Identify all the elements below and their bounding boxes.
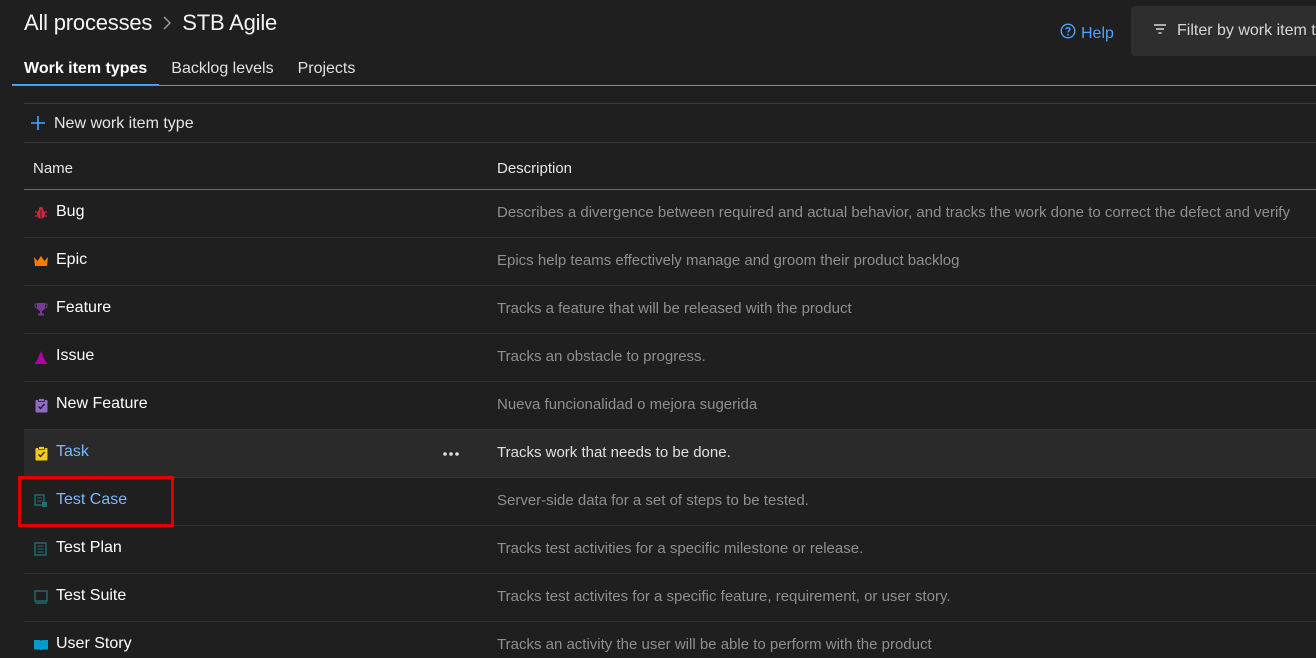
table-row[interactable]: Feature Tracks a feature that will be re… xyxy=(24,286,1316,334)
row-description: Tracks an activity the user will be able… xyxy=(497,636,932,653)
table-row[interactable]: New Feature Nueva funcionalidad o mejora… xyxy=(24,382,1316,430)
filter-icon xyxy=(1153,22,1167,40)
more-options-icon[interactable] xyxy=(442,438,460,468)
table-row[interactable]: Epic Epics help teams effectively manage… xyxy=(24,238,1316,286)
breadcrumb-process-name: STB Agile xyxy=(182,10,278,35)
row-description: Server-side data for a set of steps to b… xyxy=(497,492,809,509)
row-description: Tracks test activities for a specific mi… xyxy=(497,540,864,557)
tab-divider xyxy=(12,85,1316,86)
table-row[interactable]: Test Case Server-side data for a set of … xyxy=(24,478,1316,526)
trophy-icon xyxy=(33,301,49,317)
help-label: Help xyxy=(1081,24,1114,42)
column-header-name[interactable]: Name xyxy=(33,160,73,177)
breadcrumb-all-processes[interactable]: All processes xyxy=(24,10,152,36)
toolbar-divider xyxy=(24,142,1316,143)
plus-icon xyxy=(30,112,46,136)
row-description: Tracks work that needs to be done. xyxy=(497,444,731,461)
table-row[interactable]: Issue Tracks an obstacle to progress. xyxy=(24,334,1316,382)
tab-work-item-types[interactable]: Work item types xyxy=(12,56,160,86)
crown-icon xyxy=(33,253,49,269)
tab-bar: Work item types Backlog levels Projects xyxy=(12,56,367,86)
issue-icon xyxy=(33,349,49,365)
new-work-item-type-label: New work item type xyxy=(54,115,194,132)
row-description: Tracks test activites for a specific fea… xyxy=(497,588,951,605)
breadcrumb: All processes STB Agile xyxy=(24,10,277,36)
help-link[interactable]: Help xyxy=(1060,23,1114,44)
row-description: Tracks a feature that will be released w… xyxy=(497,300,852,317)
annotation-highlight-box xyxy=(18,476,174,527)
row-name[interactable]: Bug xyxy=(56,203,84,221)
filter-input[interactable]: Filter by work item t xyxy=(1131,6,1316,56)
bug-icon xyxy=(33,205,49,221)
table-row[interactable]: Test Plan Tracks test activities for a s… xyxy=(24,526,1316,574)
column-header-description[interactable]: Description xyxy=(497,160,572,177)
row-description: Nueva funcionalidad o mejora sugerida xyxy=(497,396,758,413)
row-name[interactable]: User Story xyxy=(56,635,132,653)
tab-projects[interactable]: Projects xyxy=(286,56,368,86)
row-description: Describes a divergence between required … xyxy=(497,204,1290,221)
row-name[interactable]: Epic xyxy=(56,251,87,269)
new-work-item-type-button[interactable]: New work item type xyxy=(30,111,194,137)
book-icon xyxy=(33,637,49,653)
row-name[interactable]: Task xyxy=(56,443,89,461)
filter-placeholder: Filter by work item t xyxy=(1177,22,1316,39)
clipboard-icon xyxy=(33,397,49,413)
process-page: All processes STB Agile Help Filter by w… xyxy=(0,0,1316,658)
table-row[interactable]: Bug Describes a divergence between requi… xyxy=(24,190,1316,238)
table-row[interactable]: User Story Tracks an activity the user w… xyxy=(24,622,1316,658)
table-row[interactable]: Task Tracks work that needs to be done. xyxy=(24,430,1316,478)
row-name[interactable]: Test Plan xyxy=(56,539,122,557)
clipboard-icon xyxy=(33,445,49,461)
table-row[interactable]: Test Suite Tracks test activites for a s… xyxy=(24,574,1316,622)
tab-backlog-levels[interactable]: Backlog levels xyxy=(159,56,285,86)
row-name[interactable]: Feature xyxy=(56,299,111,317)
row-description: Tracks an obstacle to progress. xyxy=(497,348,706,365)
chevron-right-icon xyxy=(162,15,172,31)
help-icon xyxy=(1060,23,1076,44)
row-name[interactable]: New Feature xyxy=(56,395,148,413)
test-suite-icon xyxy=(33,589,49,605)
row-name[interactable]: Issue xyxy=(56,347,94,365)
row-name[interactable]: Test Suite xyxy=(56,587,126,605)
row-description: Epics help teams effectively manage and … xyxy=(497,252,960,269)
test-plan-icon xyxy=(33,541,49,557)
